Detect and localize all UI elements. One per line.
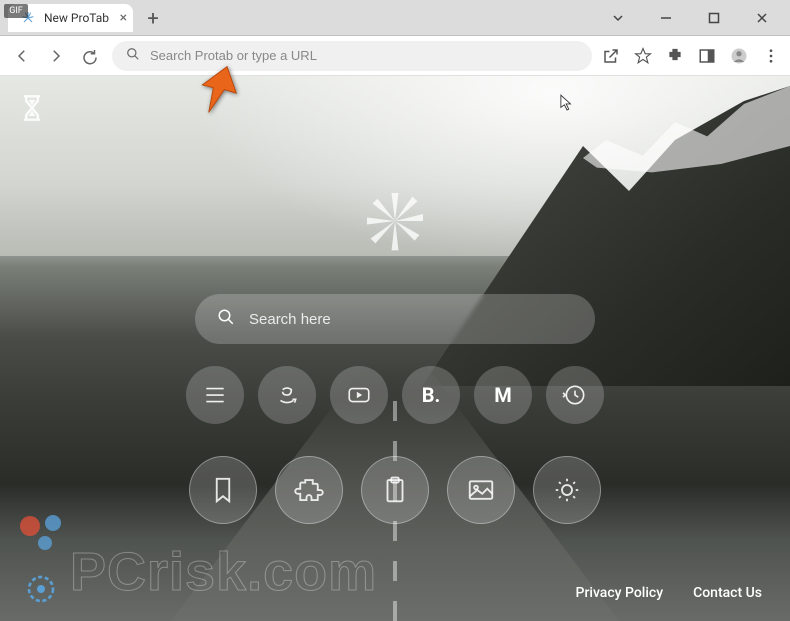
address-input[interactable] <box>150 48 578 63</box>
profile-icon[interactable] <box>730 47 748 65</box>
reload-button[interactable] <box>78 44 102 68</box>
footer-links: Privacy Policy Contact Us <box>576 585 762 601</box>
tool-weather[interactable] <box>533 456 601 524</box>
tool-bookmark[interactable] <box>189 456 257 524</box>
shortcut-amazon[interactable] <box>258 366 316 424</box>
tool-extension[interactable] <box>275 456 343 524</box>
bookmark-star-icon[interactable] <box>634 47 652 65</box>
minimize-button[interactable] <box>646 4 686 32</box>
page-search-box[interactable] <box>195 294 595 344</box>
close-button[interactable] <box>742 4 782 32</box>
back-button[interactable] <box>10 44 34 68</box>
sidepanel-icon[interactable] <box>698 47 716 65</box>
page-content: B. M Privacy Policy Contact Us PCrisk.co… <box>0 76 790 621</box>
extensions-icon[interactable] <box>666 47 684 65</box>
gmail-letter: M <box>494 383 512 407</box>
toolbar-actions <box>602 47 780 65</box>
shortcut-youtube[interactable] <box>330 366 388 424</box>
contact-link[interactable]: Contact Us <box>693 585 762 601</box>
menu-icon[interactable] <box>762 47 780 65</box>
chevron-down-icon[interactable] <box>598 4 638 32</box>
tab-close-icon[interactable]: × <box>120 10 127 26</box>
forward-button[interactable] <box>44 44 68 68</box>
shortcuts-row-2 <box>189 456 601 524</box>
sunrays-logo-icon <box>360 186 430 256</box>
shortcut-booking[interactable]: B. <box>402 366 460 424</box>
tool-clipboard[interactable] <box>361 456 429 524</box>
watermark-dots-icon <box>15 511 75 561</box>
maximize-button[interactable] <box>694 4 734 32</box>
share-icon[interactable] <box>602 47 620 65</box>
tab-title: New ProTab <box>44 11 109 25</box>
privacy-link[interactable]: Privacy Policy <box>576 585 664 601</box>
search-icon <box>217 308 235 330</box>
shortcut-history[interactable] <box>546 366 604 424</box>
tool-image[interactable] <box>447 456 515 524</box>
watermark-gear-icon <box>25 573 57 605</box>
new-tab-button[interactable]: + <box>141 6 165 30</box>
page-search-input[interactable] <box>249 311 573 328</box>
shortcut-gmail[interactable]: M <box>474 366 532 424</box>
hourglass-icon[interactable] <box>18 94 46 122</box>
background-image <box>0 76 790 621</box>
titlebar: New ProTab × + <box>0 0 790 36</box>
search-icon <box>126 46 140 65</box>
window-controls <box>598 4 782 32</box>
gif-badge: GIF <box>4 4 28 18</box>
shortcuts-row-1: B. M <box>186 366 604 424</box>
booking-letter: B. <box>422 383 441 407</box>
shortcut-list[interactable] <box>186 366 244 424</box>
toolbar <box>0 36 790 76</box>
address-bar[interactable] <box>112 41 592 71</box>
